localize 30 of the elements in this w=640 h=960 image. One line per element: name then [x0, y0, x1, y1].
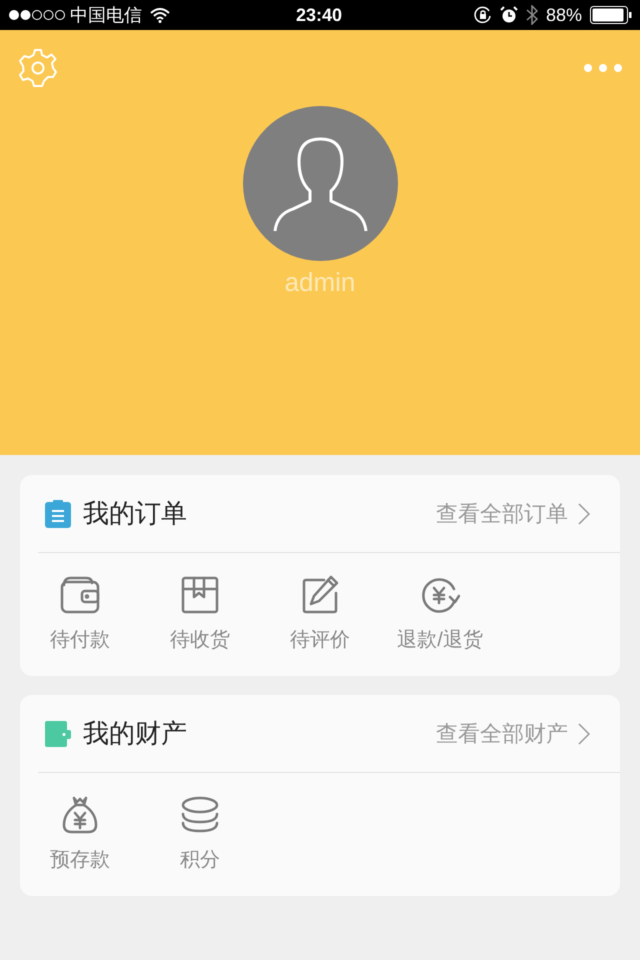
box-icon — [180, 574, 220, 614]
avatar[interactable] — [242, 106, 398, 261]
status-time: 23:40 — [296, 4, 342, 26]
edit-icon — [300, 574, 340, 614]
view-all-link[interactable]: 查看全部财产 — [436, 717, 590, 750]
wifi-icon — [150, 8, 170, 22]
shortcut-item[interactable]: 待付款 — [20, 574, 140, 654]
battery-icon — [590, 6, 632, 24]
wallet-icon — [60, 574, 100, 614]
more-icon[interactable] — [584, 63, 622, 73]
view-all-link[interactable]: 查看全部订单 — [436, 497, 590, 530]
coins-icon — [180, 794, 220, 834]
rotation-lock-icon — [474, 6, 492, 24]
battery-percent: 88% — [546, 4, 582, 26]
chevron-right-icon — [578, 722, 590, 744]
money-bag-icon — [60, 794, 100, 834]
chevron-right-icon — [578, 502, 590, 524]
carrier-name: 中国电信 — [70, 4, 142, 26]
signal-icon — [8, 9, 66, 21]
shortcut-item[interactable]: 预存款 — [20, 794, 140, 874]
settings-icon[interactable] — [18, 48, 58, 88]
username: admin — [284, 269, 356, 295]
bluetooth-icon — [526, 5, 538, 25]
section-title: 我的订单 — [83, 497, 187, 530]
shortcut-item[interactable]: 待评价 — [260, 574, 380, 654]
section-title: 我的财产 — [83, 717, 187, 750]
shortcut-item[interactable]: 退款/退货 — [380, 574, 500, 654]
alarm-icon — [500, 6, 518, 24]
shortcut-item[interactable]: 积分 — [140, 794, 260, 874]
shortcut-item[interactable]: 待收货 — [140, 574, 260, 654]
